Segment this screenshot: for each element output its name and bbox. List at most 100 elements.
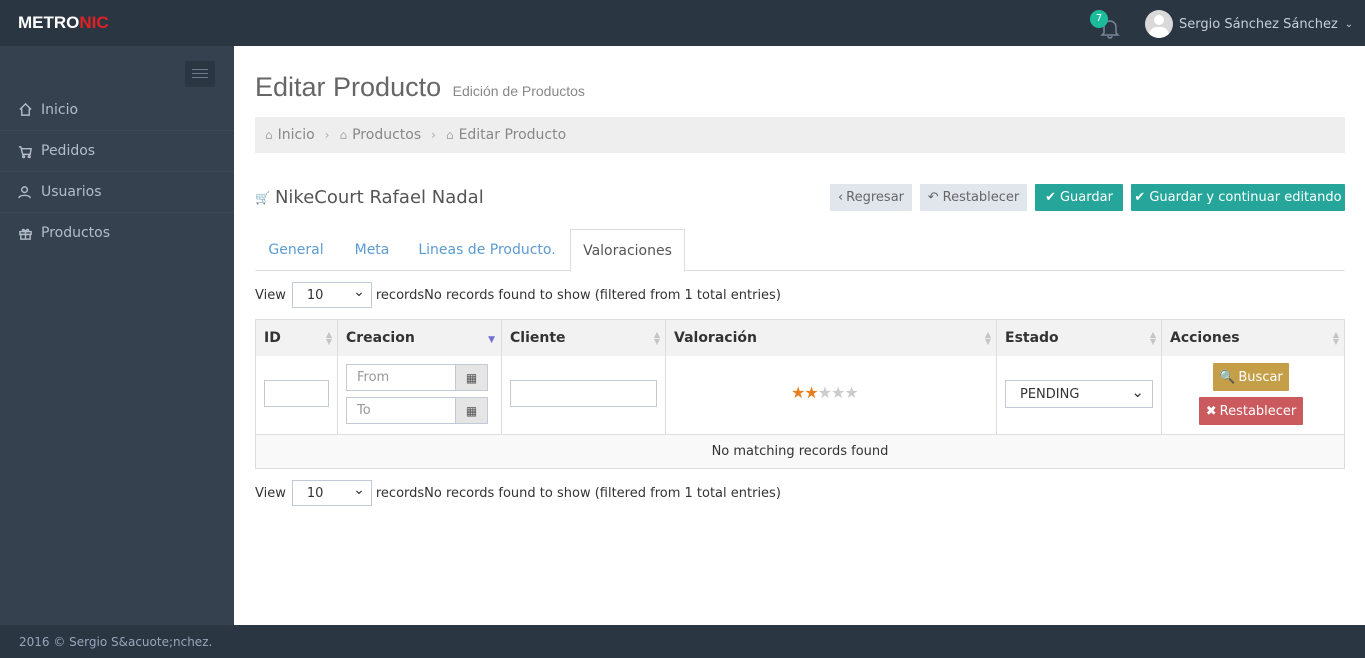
sidebar-item-label: Pedidos bbox=[41, 143, 96, 159]
product-name: NikeCourt Rafael Nadal bbox=[274, 187, 484, 208]
estado-value: PENDING bbox=[1020, 386, 1080, 402]
column-header-id[interactable]: ID ▲ ▼ bbox=[256, 320, 338, 356]
star-filled-icon[interactable]: ★ bbox=[804, 383, 818, 402]
main-content: Editar Producto Edición de Productos ⌂ In… bbox=[234, 46, 1365, 625]
tab-valoraciones[interactable]: Valoraciones bbox=[570, 229, 685, 272]
tab-bar: General Meta Lineas de Producto. Valorac… bbox=[255, 229, 1345, 272]
view-label: View bbox=[255, 485, 286, 501]
sidebar-item-label: Productos bbox=[41, 225, 111, 241]
page-size-value: 10 bbox=[306, 485, 324, 501]
tab-general[interactable]: General bbox=[255, 229, 337, 271]
star-filled-icon[interactable]: ★ bbox=[791, 383, 805, 402]
table-length-bottom: View 10 recordsNo records found to show … bbox=[255, 480, 781, 506]
tab-meta[interactable]: Meta bbox=[339, 229, 405, 271]
sort-icon: ▲ ▼ bbox=[1332, 330, 1339, 346]
close-icon: ✖ bbox=[1205, 403, 1217, 419]
sidebar-item-label: Usuarios bbox=[41, 184, 102, 200]
page-title: Editar Producto Edición de Productos bbox=[255, 72, 585, 103]
page-size-value: 10 bbox=[306, 287, 324, 303]
save-continue-label: Guardar y continuar editando bbox=[1149, 190, 1342, 205]
sort-desc-icon: ▼ bbox=[488, 335, 495, 345]
column-header-acciones[interactable]: Acciones ▲ ▼ bbox=[1162, 320, 1344, 356]
star-empty-icon[interactable]: ★ bbox=[844, 383, 858, 402]
filter-cell-estado: PENDING bbox=[997, 356, 1162, 434]
sidebar-item-productos[interactable]: Productos bbox=[0, 212, 234, 253]
home-icon: ⌂ bbox=[339, 128, 348, 142]
ratings-table: ID ▲ ▼ Creacion ▼ Cliente ▲ ▼ Valoración ▲ ▼ Es… bbox=[255, 319, 1345, 469]
rating-stars[interactable]: ★ ★ ★ ★ ★ bbox=[791, 383, 859, 402]
sort-icon: ▲ ▼ bbox=[325, 330, 332, 346]
column-label: ID bbox=[264, 330, 281, 346]
check-icon: ✔ bbox=[1045, 190, 1056, 205]
records-info: recordsNo records found to show (filtere… bbox=[375, 485, 781, 501]
users-icon bbox=[18, 185, 31, 198]
breadcrumb: ⌂ Inicio › ⌂ Productos › ⌂ Editar Producto bbox=[255, 117, 1345, 153]
breadcrumb-item-editar[interactable]: ⌂ Editar Producto bbox=[446, 127, 566, 143]
tab-label: Lineas de Producto. bbox=[418, 242, 556, 258]
tab-label: Meta bbox=[354, 242, 390, 258]
table-header: ID ▲ ▼ Creacion ▼ Cliente ▲ ▼ Valoración ▲ ▼ Es… bbox=[256, 320, 1344, 356]
check-circle-icon: ✔ bbox=[1134, 190, 1146, 205]
breadcrumb-item-inicio[interactable]: ⌂ Inicio bbox=[265, 127, 315, 143]
chevron-down-icon: ⌄ bbox=[1344, 18, 1354, 30]
save-continue-button[interactable]: ✔ Guardar y continuar editando bbox=[1131, 184, 1345, 211]
view-label: View bbox=[255, 287, 286, 303]
column-label: Estado bbox=[1005, 330, 1059, 346]
sidebar-menu: Inicio Pedidos Usuarios Productos bbox=[0, 89, 234, 253]
gift-icon bbox=[19, 228, 32, 240]
logo[interactable]: METRONIC bbox=[18, 13, 109, 33]
estado-select[interactable]: PENDING bbox=[1005, 380, 1153, 408]
chevron-left-icon: ‹ bbox=[837, 190, 844, 205]
column-header-estado[interactable]: Estado ▲ ▼ bbox=[997, 320, 1162, 356]
table-length-top: View 10 recordsNo records found to show … bbox=[255, 282, 781, 308]
notifications-button[interactable]: 7 bbox=[1090, 10, 1120, 39]
column-header-creacion[interactable]: Creacion ▼ bbox=[338, 320, 502, 356]
breadcrumb-item-productos[interactable]: ⌂ Productos bbox=[339, 127, 421, 143]
filter-cell-cliente bbox=[502, 356, 666, 434]
user-menu[interactable]: Sergio Sánchez Sánchez ⌄ bbox=[1145, 10, 1353, 38]
page-title-text: Editar Producto bbox=[255, 72, 442, 102]
page-size-select[interactable]: 10 bbox=[291, 282, 372, 308]
chevron-right-icon: › bbox=[324, 128, 330, 142]
calendar-icon[interactable]: ▦ bbox=[456, 364, 488, 391]
sort-icon: ▲ ▼ bbox=[653, 330, 660, 346]
sidebar-item-pedidos[interactable]: Pedidos bbox=[0, 130, 234, 171]
search-icon: 🔍 bbox=[1219, 369, 1236, 385]
column-header-cliente[interactable]: Cliente ▲ ▼ bbox=[502, 320, 666, 356]
search-label: Buscar bbox=[1238, 369, 1283, 385]
cliente-filter-input[interactable] bbox=[510, 380, 657, 407]
tab-lineas-producto[interactable]: Lineas de Producto. bbox=[407, 229, 567, 271]
sidebar-item-usuarios[interactable]: Usuarios bbox=[0, 171, 234, 212]
logo-accent: NIC bbox=[79, 13, 109, 32]
date-to-input[interactable]: To bbox=[346, 397, 456, 424]
sidebar: Inicio Pedidos Usuarios Productos bbox=[0, 46, 234, 625]
save-button[interactable]: ✔ Guardar bbox=[1035, 184, 1123, 211]
reset-button[interactable]: ↶ Restablecer bbox=[920, 184, 1027, 211]
chevron-right-icon: › bbox=[431, 128, 436, 142]
undo-icon: ↶ bbox=[927, 190, 939, 205]
filter-reset-button[interactable]: ✖ Restablecer bbox=[1199, 397, 1303, 425]
column-header-valoracion[interactable]: Valoración ▲ ▼ bbox=[666, 320, 997, 356]
date-from-input[interactable]: From bbox=[346, 364, 456, 391]
sidebar-item-label: Inicio bbox=[41, 101, 79, 118]
records-info: recordsNo records found to show (filtere… bbox=[375, 287, 781, 303]
sidebar-item-inicio[interactable]: Inicio bbox=[0, 89, 234, 130]
column-label: Creacion bbox=[346, 330, 415, 346]
filter-row: From ▦ To ▦ ★ ★ ★ ★ ★ PENDING ⌄ 🔍 Buscar… bbox=[256, 356, 1344, 434]
sidebar-toggle-button[interactable] bbox=[185, 61, 215, 87]
back-label: Regresar bbox=[846, 190, 905, 205]
star-empty-icon[interactable]: ★ bbox=[831, 383, 845, 402]
tab-label: General bbox=[268, 242, 324, 258]
id-filter-input[interactable] bbox=[264, 380, 329, 407]
empty-table-message: No matching records found bbox=[256, 434, 1344, 468]
back-button[interactable]: ‹ Regresar bbox=[830, 184, 912, 211]
calendar-icon[interactable]: ▦ bbox=[456, 397, 488, 424]
filter-cell-id bbox=[256, 356, 338, 434]
cart-icon: 🛒 bbox=[255, 190, 270, 205]
column-label: Acciones bbox=[1170, 330, 1240, 346]
star-empty-icon[interactable]: ★ bbox=[818, 383, 832, 402]
search-button[interactable]: 🔍 Buscar bbox=[1213, 363, 1289, 391]
page-size-select[interactable]: 10 bbox=[291, 480, 372, 506]
breadcrumb-label: Editar Producto bbox=[458, 127, 567, 143]
breadcrumb-label: Productos bbox=[352, 127, 422, 143]
